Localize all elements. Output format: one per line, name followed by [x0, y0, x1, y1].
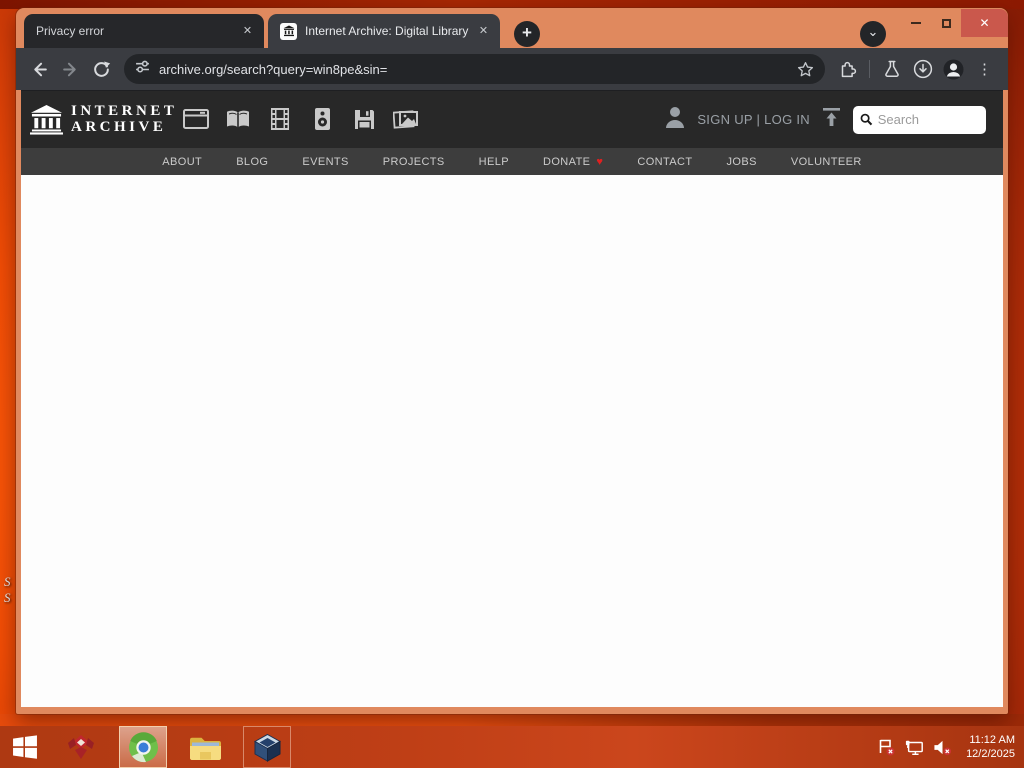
action-center-flag-icon[interactable]	[877, 738, 896, 757]
tab-search-chevron-icon[interactable]: ⌄	[860, 21, 886, 47]
clock-time: 11:12 AM	[969, 734, 1015, 746]
browser-toolbar: archive.org/search?query=win8pe&sin= ⋮	[16, 48, 1008, 90]
bookmark-star-icon[interactable]	[791, 55, 820, 84]
account-area: SIGN UP | LOG IN	[664, 91, 986, 148]
url-text[interactable]: archive.org/search?query=win8pe&sin=	[159, 62, 782, 77]
clock-date: 12/2/2025	[966, 748, 1015, 760]
internet-archive-header: INTERNET ARCHIVE SIGN UP | LOG IN Search	[21, 91, 1003, 148]
software-icon[interactable]	[351, 106, 377, 132]
back-button[interactable]	[25, 55, 54, 84]
images-icon[interactable]	[393, 106, 419, 132]
donate-heart-icon: ♥	[596, 155, 604, 168]
taskbar: 11:12 AM 12/2/2025	[0, 726, 1024, 768]
internet-archive-logo-icon[interactable]	[30, 104, 63, 140]
window-maximize-button[interactable]	[931, 10, 961, 36]
nav-blog[interactable]: BLOG	[219, 156, 285, 168]
page-content-blank	[21, 175, 1003, 707]
nav-label: HELP	[478, 155, 509, 168]
search-input[interactable]	[877, 112, 979, 127]
network-status-icon[interactable]	[905, 738, 924, 757]
new-tab-button[interactable]: +	[514, 21, 540, 47]
media-type-icons	[183, 106, 419, 132]
taskbar-app-virtualbox[interactable]	[243, 726, 291, 768]
wordmark-line1: INTERNET	[71, 103, 178, 119]
chrome-labs-flask-icon[interactable]	[877, 55, 906, 84]
taskbar-app-file-explorer[interactable]	[181, 726, 229, 768]
site-settings-icon[interactable]	[135, 59, 150, 79]
texts-icon[interactable]	[225, 106, 251, 132]
nav-label: VOLUNTEER	[790, 155, 862, 168]
maximize-icon	[941, 18, 951, 28]
virtualbox-icon	[253, 733, 281, 762]
wallpaper-streak	[0, 714, 1024, 726]
taskbar-app-chrome[interactable]	[119, 726, 167, 768]
tab-strip: Privacy error ✕ Internet Archive: Digita…	[16, 8, 1008, 48]
nav-contact[interactable]: CONTACT	[620, 156, 709, 168]
tab-close-icon[interactable]: ✕	[239, 23, 256, 40]
start-button[interactable]	[0, 726, 50, 768]
volume-muted-icon[interactable]	[933, 738, 952, 757]
tab-title: Privacy error	[36, 24, 105, 38]
site-nav: ABOUT BLOG EVENTS PROJECTS HELP DONATE ♥…	[21, 148, 1003, 175]
nav-label: EVENTS	[302, 155, 349, 168]
minimize-icon	[911, 22, 921, 24]
window-minimize-button[interactable]	[901, 10, 931, 36]
nav-label: PROJECTS	[382, 155, 445, 168]
upload-icon[interactable]	[821, 107, 842, 132]
window-controls: ✕	[901, 8, 1008, 38]
nav-label: JOBS	[726, 155, 757, 168]
system-tray: 11:12 AM 12/2/2025	[877, 726, 1024, 768]
profile-avatar-icon[interactable]	[939, 55, 968, 84]
internet-archive-favicon	[280, 22, 297, 40]
nav-label: BLOG	[236, 155, 269, 168]
browser-window: Privacy error ✕ Internet Archive: Digita…	[16, 8, 1008, 714]
tab-privacy-error[interactable]: Privacy error ✕	[24, 14, 264, 48]
reload-button[interactable]	[87, 55, 116, 84]
forward-button[interactable]	[56, 55, 85, 84]
toolbar-separator	[869, 60, 870, 78]
nav-events[interactable]: EVENTS	[285, 156, 365, 168]
search-icon	[860, 113, 873, 126]
downloads-icon[interactable]	[908, 55, 937, 84]
red-cube-app-icon	[68, 735, 94, 759]
tab-close-icon[interactable]: ✕	[475, 23, 492, 40]
web-page: INTERNET ARCHIVE SIGN UP | LOG IN Search…	[21, 90, 1003, 707]
extensions-puzzle-icon[interactable]	[833, 55, 862, 84]
wordmark-line2: ARCHIVE	[71, 119, 167, 135]
chrome-icon	[128, 731, 158, 762]
nav-about[interactable]: ABOUT	[145, 156, 219, 168]
window-close-button[interactable]: ✕	[961, 9, 1008, 37]
nav-label: CONTACT	[637, 155, 693, 168]
nav-volunteer[interactable]: VOLUNTEER	[774, 156, 879, 168]
address-bar[interactable]: archive.org/search?query=win8pe&sin=	[124, 54, 825, 84]
signup-login-link[interactable]: SIGN UP | LOG IN	[697, 112, 810, 127]
nav-jobs[interactable]: JOBS	[710, 156, 774, 168]
video-icon[interactable]	[267, 106, 293, 132]
nav-donate[interactable]: DONATE ♥	[526, 156, 620, 168]
windows-logo-icon	[13, 735, 37, 759]
nav-label: DONATE	[543, 155, 591, 168]
internet-archive-wordmark[interactable]: INTERNET ARCHIVE	[71, 103, 177, 135]
nav-help[interactable]: HELP	[462, 156, 526, 168]
desktop-icon-label-fragment: S	[4, 590, 11, 605]
audio-icon[interactable]	[309, 106, 335, 132]
tab-internet-archive[interactable]: Internet Archive: Digital Library ✕	[268, 14, 500, 48]
taskbar-clock[interactable]: 11:12 AM 12/2/2025	[961, 733, 1015, 761]
taskbar-app-red-cube[interactable]	[57, 726, 105, 768]
site-search-box[interactable]	[853, 105, 986, 134]
browser-menu-kebab-icon[interactable]: ⋮	[970, 55, 999, 84]
desktop-icon-label-fragment: S	[4, 574, 11, 589]
web-icon[interactable]	[183, 106, 209, 132]
nav-label: ABOUT	[162, 155, 203, 168]
folder-icon	[189, 737, 221, 760]
tab-title: Internet Archive: Digital Library	[305, 24, 469, 38]
person-icon[interactable]	[664, 105, 686, 134]
nav-projects[interactable]: PROJECTS	[366, 156, 462, 168]
